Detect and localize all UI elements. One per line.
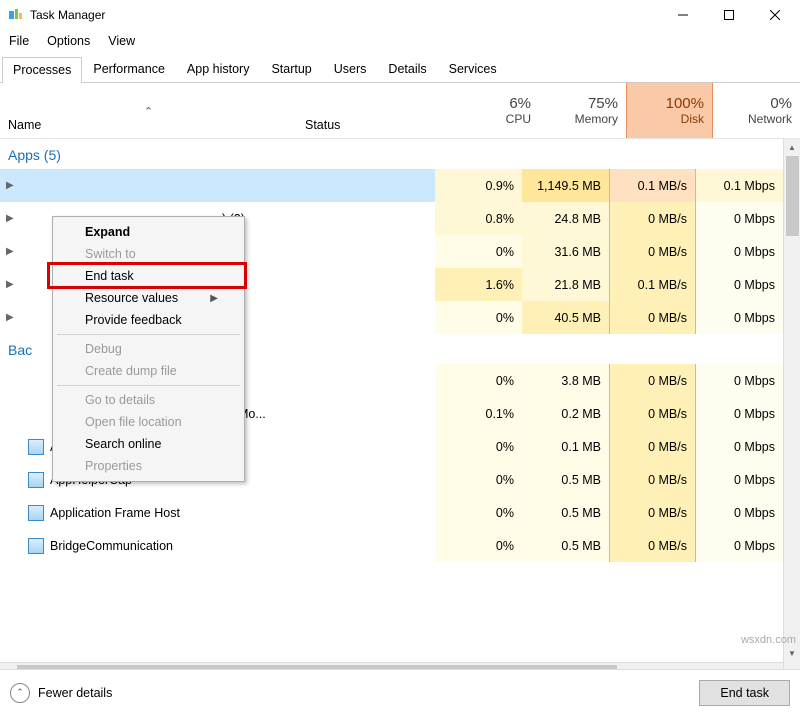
- scroll-down-icon[interactable]: ▼: [784, 645, 800, 662]
- ctx-end-task[interactable]: End task: [55, 265, 242, 287]
- table-row[interactable]: BridgeCommunication 0% 0.5 MB 0 MB/s 0 M…: [0, 529, 783, 562]
- mem-cell: 1,149.5 MB: [522, 169, 609, 202]
- disk-label: Disk: [681, 112, 704, 126]
- column-cpu[interactable]: 6% CPU: [452, 83, 539, 138]
- network-label: Network: [748, 112, 792, 126]
- column-disk[interactable]: 100% Disk: [626, 83, 713, 138]
- network-pct: 0%: [770, 95, 792, 112]
- vertical-scrollbar[interactable]: ▲ ▼: [783, 139, 800, 679]
- memory-label: Memory: [575, 112, 618, 126]
- sort-indicator-icon: ⌃: [8, 105, 289, 118]
- menu-bar: File Options View: [0, 30, 800, 52]
- window-title: Task Manager: [30, 8, 660, 22]
- group-apps[interactable]: Apps (5): [0, 139, 783, 169]
- end-task-button[interactable]: End task: [699, 680, 790, 706]
- memory-pct: 75%: [588, 95, 618, 112]
- ctx-search-online[interactable]: Search online: [55, 433, 242, 455]
- chevron-right-icon[interactable]: ▶: [6, 180, 16, 191]
- process-icon: [28, 538, 44, 554]
- fewer-details-button[interactable]: ⌃ Fewer details: [10, 683, 112, 703]
- scroll-up-icon[interactable]: ▲: [784, 139, 800, 156]
- tab-services[interactable]: Services: [438, 56, 508, 82]
- column-headers: ⌃ Name Status 6% CPU 75% Memory 100% Dis…: [0, 83, 800, 139]
- chevron-right-icon[interactable]: ▶: [6, 246, 16, 257]
- scrollbar-thumb[interactable]: [786, 156, 799, 236]
- ctx-provide-feedback[interactable]: Provide feedback: [55, 309, 242, 331]
- process-icon: [28, 439, 44, 455]
- menu-options[interactable]: Options: [38, 32, 99, 50]
- menu-view[interactable]: View: [99, 32, 144, 50]
- tab-processes[interactable]: Processes: [2, 57, 82, 83]
- column-status[interactable]: Status: [297, 83, 452, 138]
- net-cell: 0.1 Mbps: [696, 169, 783, 202]
- close-button[interactable]: [752, 0, 798, 30]
- context-menu: Expand Switch to End task Resource value…: [52, 216, 245, 482]
- tab-details[interactable]: Details: [377, 56, 437, 82]
- chevron-up-icon: ⌃: [10, 683, 30, 703]
- ctx-expand[interactable]: Expand: [55, 221, 242, 243]
- tab-app-history[interactable]: App history: [176, 56, 261, 82]
- watermark: wsxdn.com: [741, 634, 796, 646]
- footer-bar: ⌃ Fewer details End task: [0, 669, 800, 715]
- ctx-create-dump: Create dump file: [55, 360, 242, 382]
- fewer-details-label: Fewer details: [38, 686, 112, 700]
- chevron-right-icon: ▶: [210, 293, 218, 304]
- ctx-properties: Properties: [55, 455, 242, 477]
- column-name-label: Name: [8, 118, 41, 132]
- ctx-go-to-details: Go to details: [55, 389, 242, 411]
- ctx-switch-to: Switch to: [55, 243, 242, 265]
- title-bar: Task Manager: [0, 0, 800, 30]
- maximize-button[interactable]: [706, 0, 752, 30]
- column-name[interactable]: ⌃ Name: [0, 83, 297, 138]
- ctx-open-file-location: Open file location: [55, 411, 242, 433]
- tab-users[interactable]: Users: [323, 56, 378, 82]
- column-status-label: Status: [305, 118, 444, 132]
- tab-startup[interactable]: Startup: [260, 56, 322, 82]
- table-row[interactable]: ▶ 0.9% 1,149.5 MB 0.1 MB/s 0.1 Mbps: [0, 169, 783, 202]
- chevron-right-icon[interactable]: ▶: [6, 213, 16, 224]
- column-memory[interactable]: 75% Memory: [539, 83, 626, 138]
- disk-cell: 0.1 MB/s: [609, 169, 696, 202]
- separator: [57, 385, 240, 386]
- tab-performance[interactable]: Performance: [82, 56, 176, 82]
- table-row[interactable]: Application Frame Host 0% 0.5 MB 0 MB/s …: [0, 496, 783, 529]
- chevron-right-icon[interactable]: ▶: [6, 279, 16, 290]
- separator: [57, 334, 240, 335]
- ctx-resource-values[interactable]: Resource values▶: [55, 287, 242, 309]
- cpu-cell: 0.9%: [435, 169, 522, 202]
- process-icon: [28, 472, 44, 488]
- tab-strip: Processes Performance App history Startu…: [0, 52, 800, 83]
- ctx-debug: Debug: [55, 338, 242, 360]
- menu-file[interactable]: File: [0, 32, 38, 50]
- cpu-pct: 6%: [509, 95, 531, 112]
- chevron-right-icon[interactable]: ▶: [6, 312, 16, 323]
- column-network[interactable]: 0% Network: [713, 83, 800, 138]
- minimize-button[interactable]: [660, 0, 706, 30]
- disk-pct: 100%: [666, 95, 704, 112]
- cpu-label: CPU: [506, 112, 531, 126]
- process-icon: [28, 505, 44, 521]
- app-icon: [8, 7, 24, 23]
